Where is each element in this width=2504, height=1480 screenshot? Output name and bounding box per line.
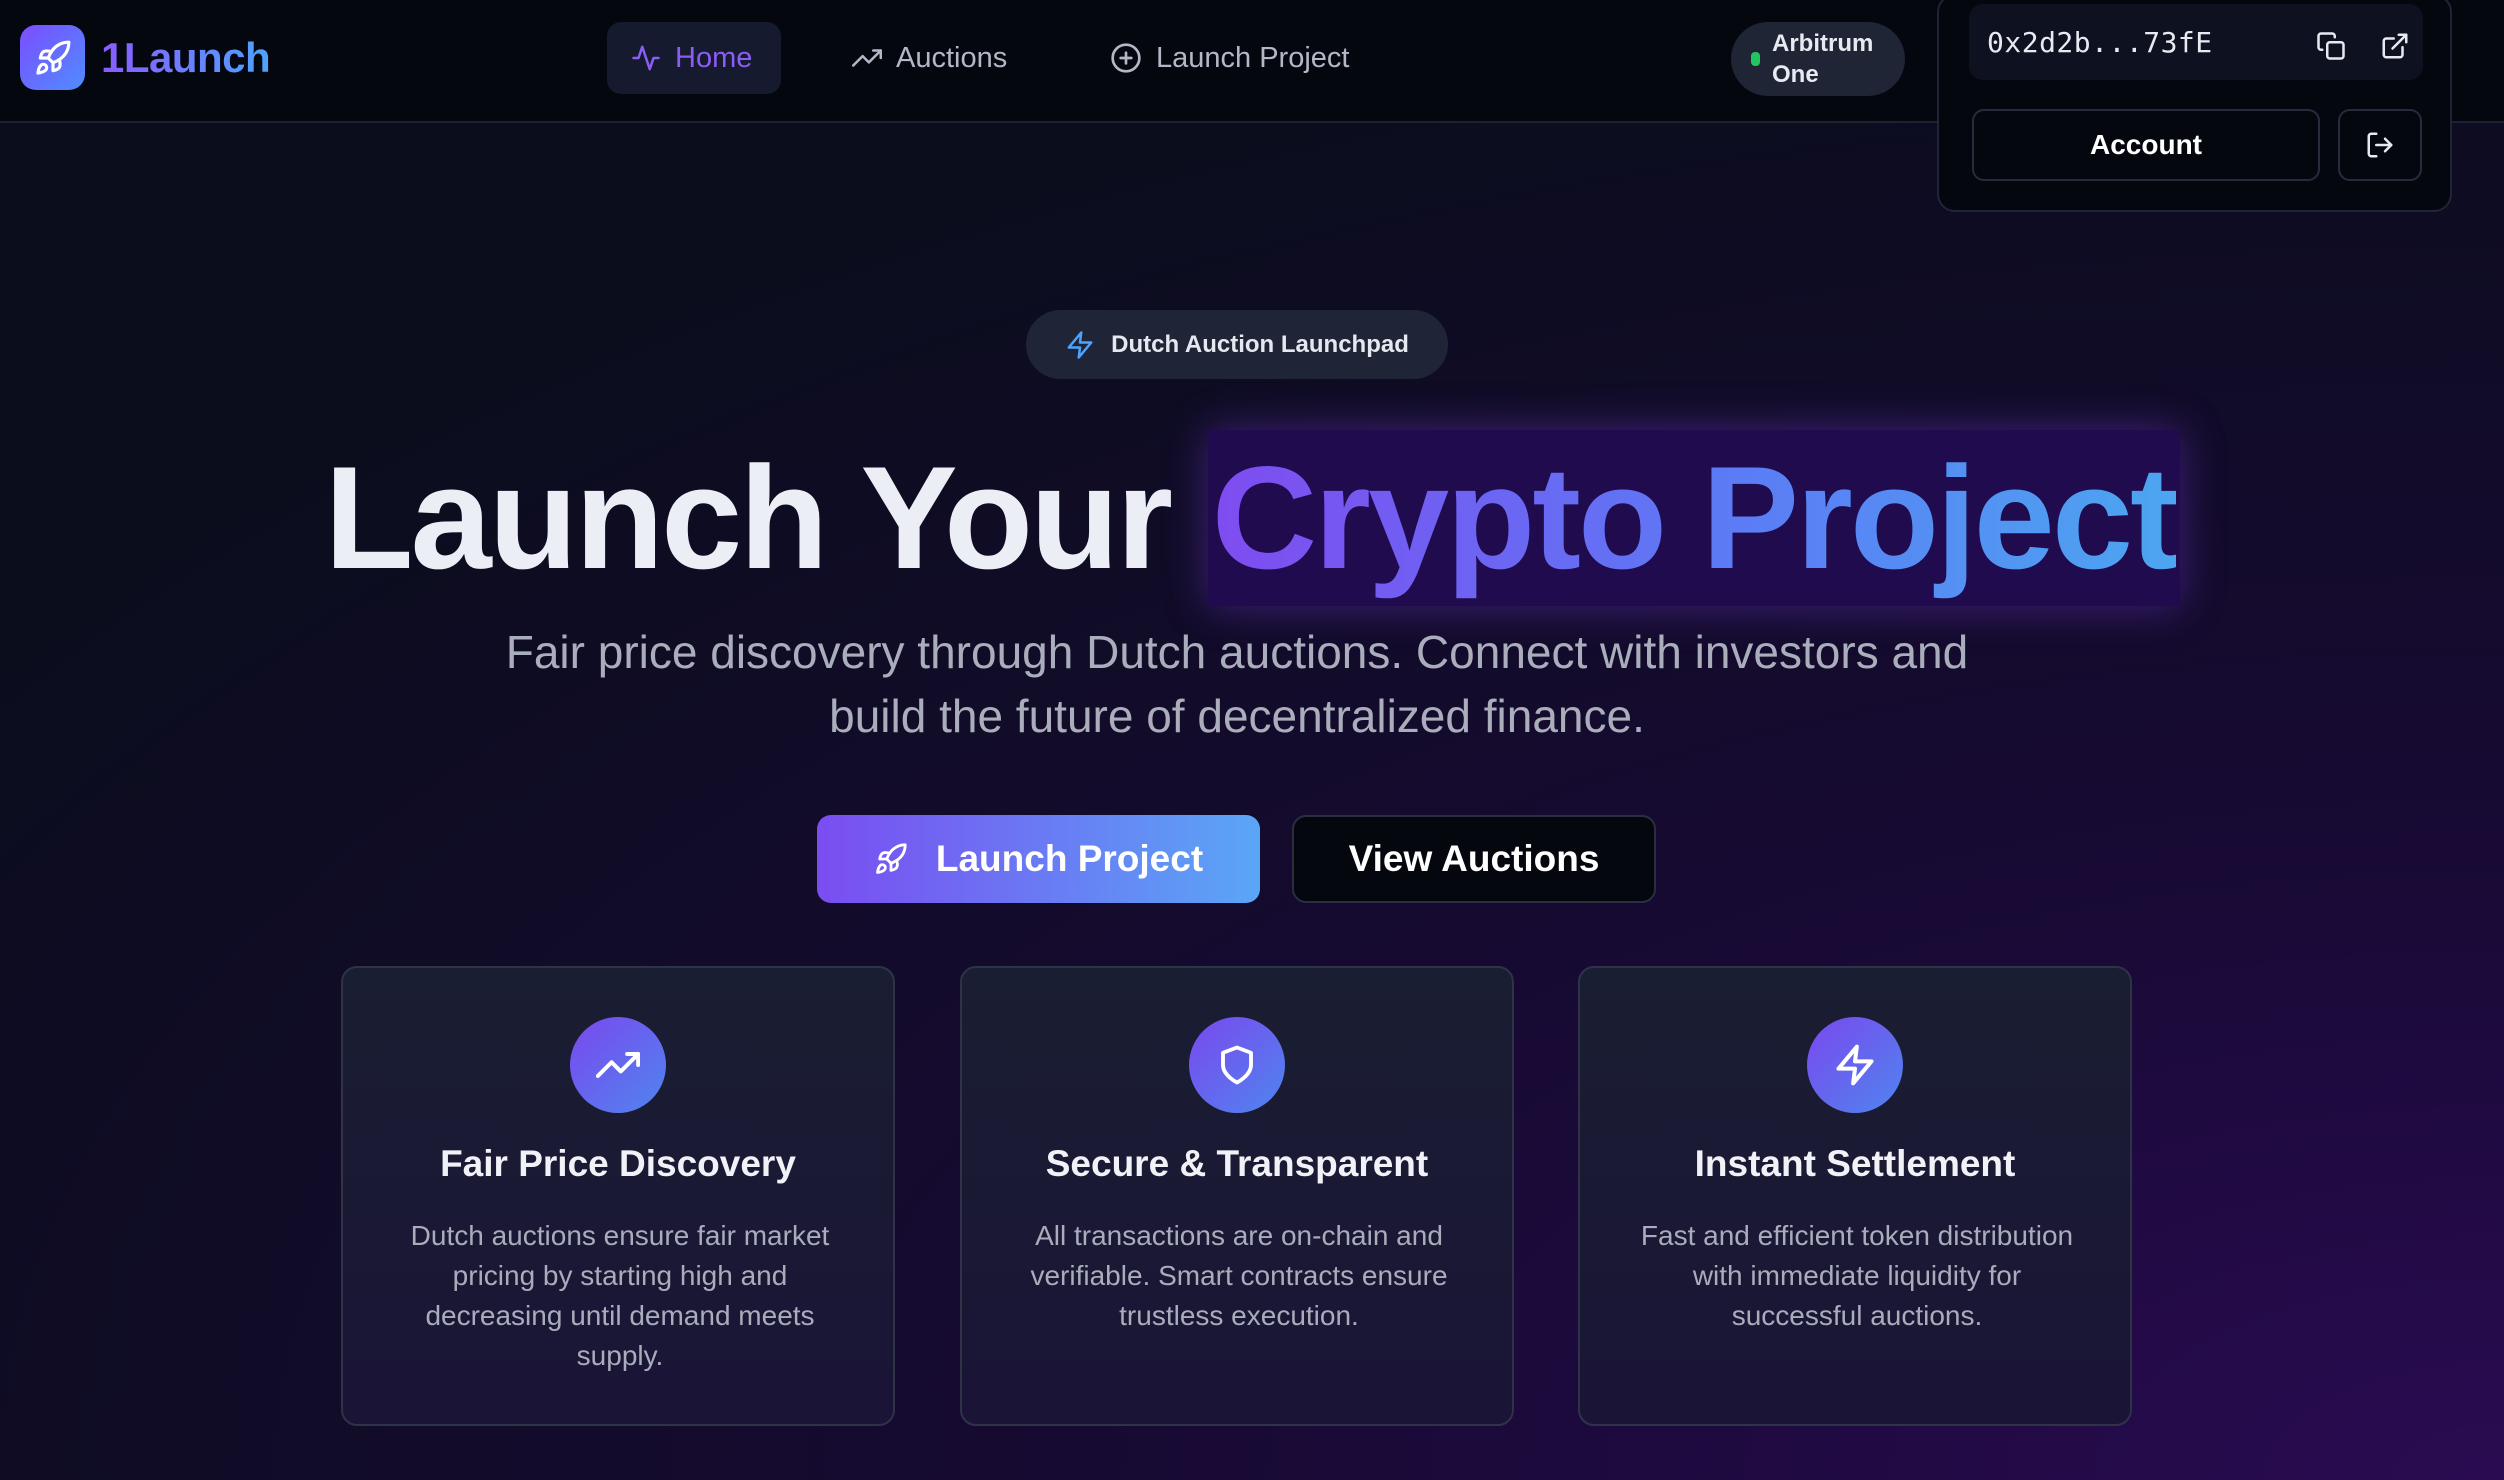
feature-card-secure: Secure & Transparent All transactions ar… <box>960 966 1514 1426</box>
view-on-explorer-button[interactable] <box>2375 26 2415 66</box>
feature-card-instant: Instant Settlement Fast and efficient to… <box>1578 966 2132 1426</box>
hero-title: Launch Your Crypto Project <box>0 430 2504 606</box>
launch-project-button[interactable]: Launch Project <box>817 815 1260 903</box>
feature-title: Instant Settlement <box>1694 1143 2016 1184</box>
wallet-address-box: 0x2d2b...73fE <box>1969 4 2423 80</box>
trending-up-icon <box>852 49 882 67</box>
log-out-icon <box>2367 132 2393 158</box>
trending-up-icon <box>570 1017 666 1113</box>
nav-home-label: Home <box>675 41 753 74</box>
feature-description: Fast and efficient token distribution wi… <box>1640 1220 2074 1331</box>
external-link-icon <box>2382 33 2408 59</box>
network-name: Arbitrum One <box>1772 28 1873 90</box>
wallet-address: 0x2d2b...73fE <box>1987 25 2213 59</box>
hero-title-plain: Launch Your <box>324 436 1173 599</box>
zap-icon <box>1807 1017 1903 1113</box>
hero-subtitle-line2: build the future of decentralized financ… <box>829 690 1645 742</box>
launch-project-button-label: Launch Project <box>935 838 1204 879</box>
hero-subtitle-line1: Fair price discovery through Dutch aucti… <box>505 626 1969 678</box>
brand-name: 1Launch <box>101 33 271 81</box>
hero-badge-label: Dutch Auction Launchpad <box>1111 330 1409 358</box>
rocket-icon <box>875 843 907 874</box>
wallet-dropdown: 0x2d2b...73fE Account <box>1937 0 2452 212</box>
activity-icon <box>632 45 660 71</box>
feature-card-fair-price: Fair Price Discovery Dutch auctions ensu… <box>341 966 895 1426</box>
network-name-line2: One <box>1772 61 1819 88</box>
copy-address-button[interactable] <box>2311 26 2351 66</box>
network-name-line1: Arbitrum <box>1772 30 1874 57</box>
feature-title: Fair Price Discovery <box>440 1143 796 1184</box>
view-auctions-button[interactable]: View Auctions <box>1292 815 1656 903</box>
hero-title-highlight: Crypto Project <box>1211 436 2179 599</box>
shield-icon <box>1189 1017 1285 1113</box>
nav-auctions[interactable]: Auctions <box>828 22 1031 94</box>
feature-title: Secure & Transparent <box>1045 1143 1429 1184</box>
network-status-dot <box>1751 52 1760 66</box>
copy-icon <box>2317 32 2345 60</box>
rocket-icon <box>20 25 85 90</box>
nav-launch-project-label: Launch Project <box>1156 41 1350 74</box>
nav-auctions-label: Auctions <box>896 41 1008 74</box>
account-button[interactable]: Account <box>1972 109 2320 181</box>
hero-title-highlight-wrap: Crypto Project <box>1207 430 2180 606</box>
nav-launch-project[interactable]: Launch Project <box>1086 22 1373 94</box>
feature-description: All transactions are on-chain and verifi… <box>1030 1220 1448 1331</box>
plus-circle-icon <box>1111 43 1141 73</box>
hero-subtitle: Fair price discovery through Dutch aucti… <box>452 620 2022 748</box>
hero-badge: Dutch Auction Launchpad <box>1026 310 1448 379</box>
feature-description: Dutch auctions ensure fair market pricin… <box>410 1220 830 1371</box>
brand-home-link[interactable]: 1Launch <box>20 25 271 90</box>
disconnect-button[interactable] <box>2338 109 2422 181</box>
network-selector[interactable]: Arbitrum One <box>1731 22 1905 96</box>
zap-icon <box>1067 330 1093 359</box>
nav-home[interactable]: Home <box>607 22 781 94</box>
